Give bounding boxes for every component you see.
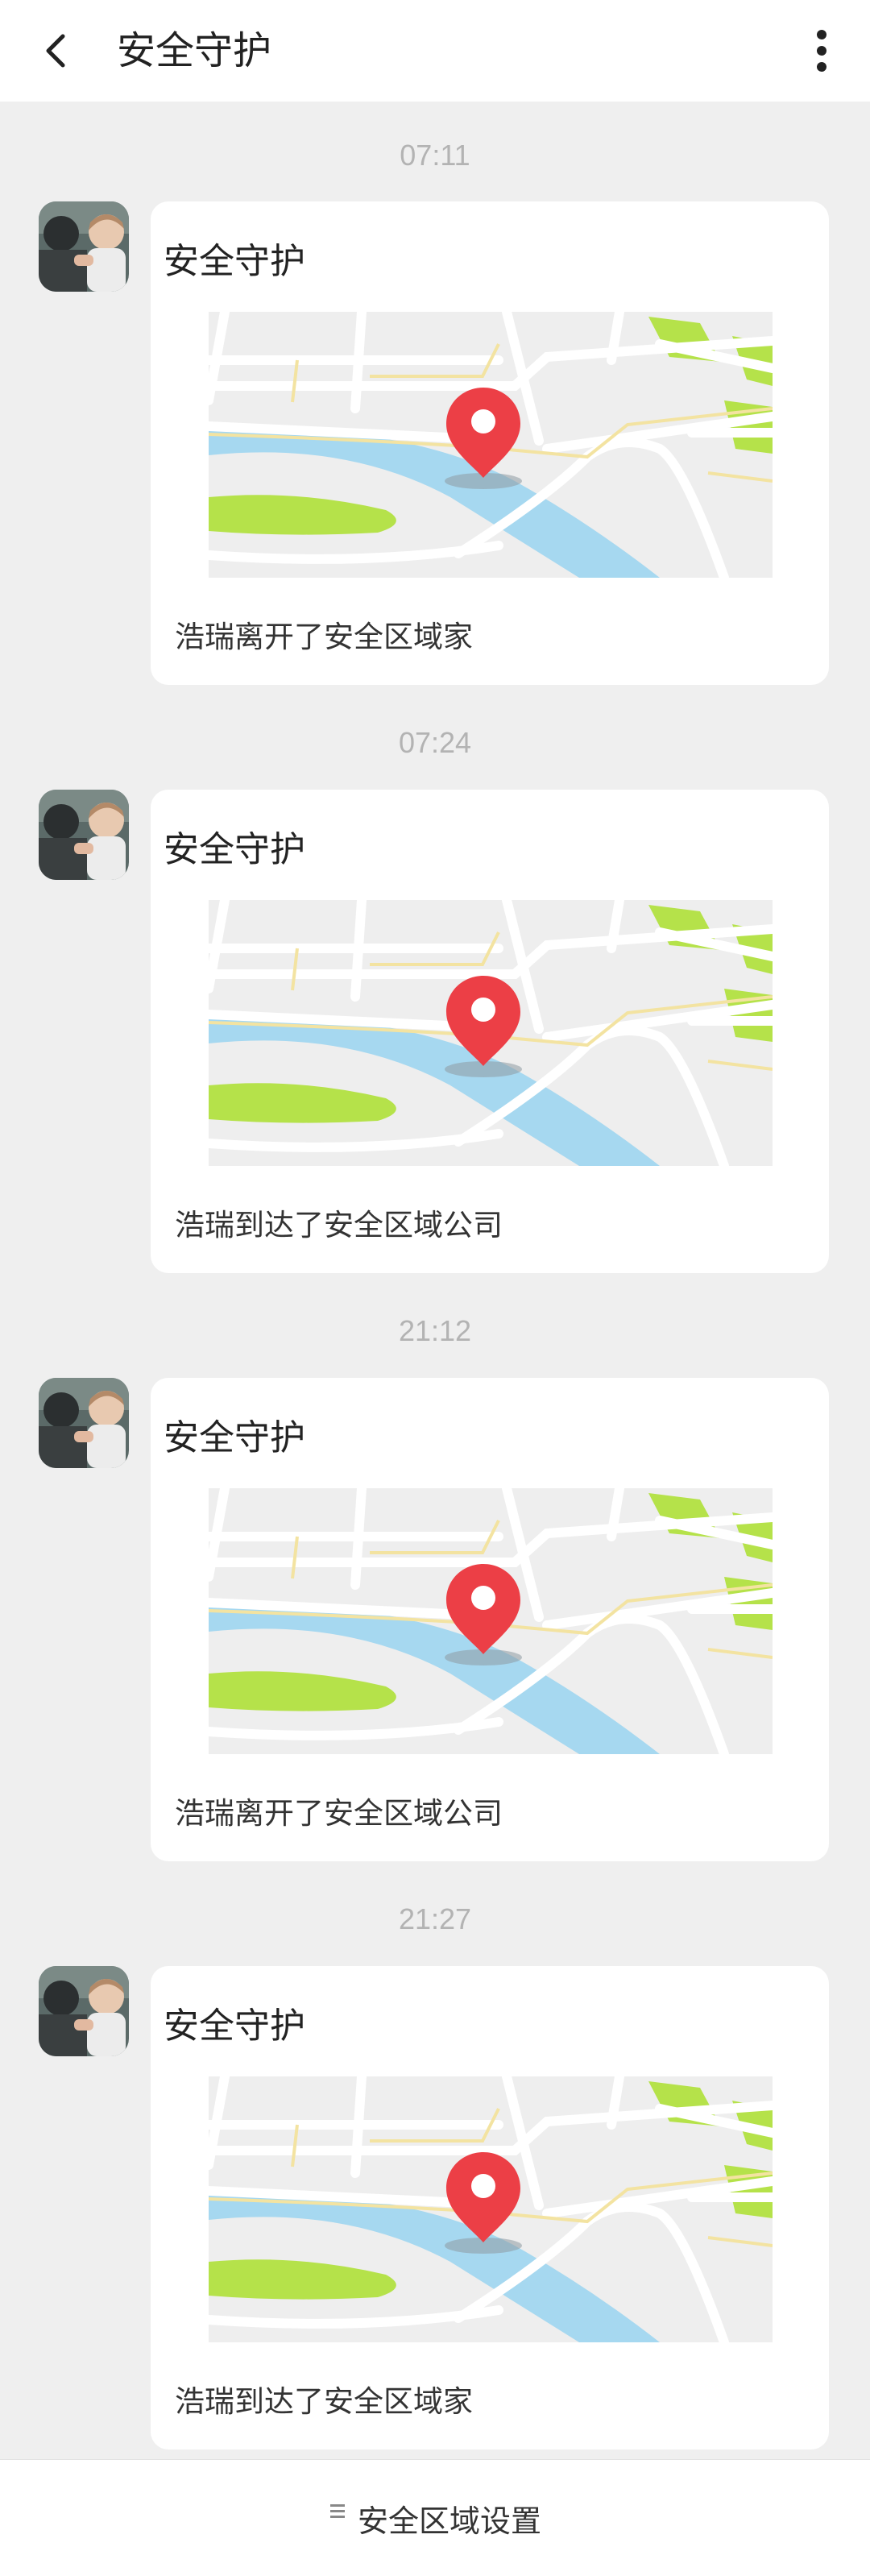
child-avatar-image [39, 1378, 129, 1468]
avatar[interactable] [39, 1378, 129, 1468]
message-card[interactable]: 安全守护 [151, 790, 829, 1273]
map-image [204, 2072, 777, 2347]
message-title: 安全守护 [164, 241, 305, 282]
message-text: 浩瑞离开了安全区域家 [175, 620, 473, 654]
location-map[interactable] [204, 895, 777, 1171]
message-text: 浩瑞离开了安全区域公司 [175, 1796, 503, 1831]
more-button[interactable] [789, 19, 854, 83]
more-vertical-icon [817, 30, 826, 72]
message-title: 安全守护 [164, 829, 305, 870]
avatar[interactable] [39, 790, 129, 880]
back-button[interactable] [24, 19, 89, 83]
settings-label: 安全区域设置 [357, 2503, 541, 2539]
location-map[interactable] [204, 2072, 777, 2347]
message-title: 安全守护 [164, 2006, 305, 2047]
message-card[interactable]: 安全守护 [151, 201, 829, 685]
message-text: 浩瑞到达了安全区域家 [175, 2384, 473, 2419]
message-card[interactable]: 安全守护 [151, 1378, 829, 1861]
bottom-bar: 安全区域设置 [0, 2459, 870, 2576]
message-timestamp: 21:12 [398, 1314, 472, 1347]
map-image [204, 307, 777, 583]
child-avatar-image [39, 790, 129, 880]
child-avatar-image [39, 1966, 129, 2056]
chevron-left-icon [46, 34, 65, 68]
message-card[interactable]: 安全守护 [151, 1966, 829, 2449]
avatar[interactable] [39, 201, 129, 292]
avatar[interactable] [39, 1966, 129, 2056]
message-title: 安全守护 [164, 1417, 305, 1458]
location-map[interactable] [204, 1483, 777, 1759]
map-image [204, 1483, 777, 1759]
location-map[interactable] [204, 307, 777, 583]
menu-lines-icon [329, 2504, 345, 2518]
safe-zone-settings-button[interactable]: 安全区域设置 [0, 2460, 870, 2576]
message-text: 浩瑞到达了安全区域公司 [175, 1208, 503, 1242]
message-timestamp: 21:27 [398, 1902, 472, 1935]
app-bar: 安全守护 [0, 0, 870, 102]
message-timestamp: 07:11 [400, 139, 470, 172]
map-image [204, 895, 777, 1171]
child-avatar-image [39, 201, 129, 292]
message-timestamp: 07:24 [398, 726, 472, 759]
page-title: 安全守护 [117, 28, 272, 73]
